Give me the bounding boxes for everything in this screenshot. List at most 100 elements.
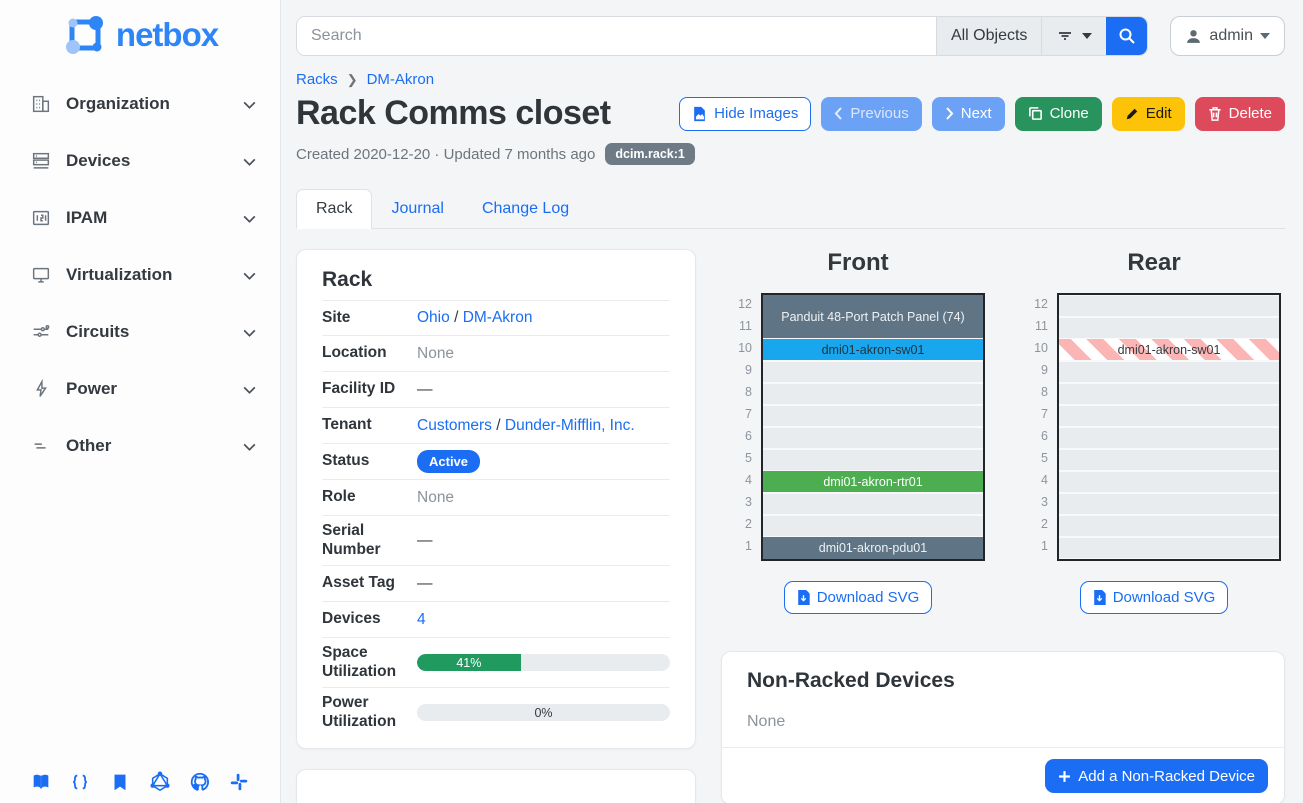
- empty-unit-slot[interactable]: [763, 362, 983, 382]
- tab-change-log[interactable]: Change Log: [463, 190, 588, 228]
- unit-number: 7: [731, 403, 761, 425]
- attr-serial-number: Serial Number —: [322, 516, 670, 566]
- api-docs-bookmark-icon[interactable]: [109, 771, 131, 793]
- rear-unit-numbers: 121110987654321: [1027, 293, 1057, 561]
- sidebar-item-organization[interactable]: Organization: [6, 84, 274, 124]
- unit-number: 6: [731, 425, 761, 447]
- sidebar-nav: Organization Devices IPAM: [0, 84, 280, 466]
- sidebar-item-devices[interactable]: Devices: [6, 141, 274, 181]
- empty-unit-slot[interactable]: [763, 450, 983, 470]
- slack-icon[interactable]: [228, 771, 250, 793]
- front-elevation: Front 121110987654321 Panduit 48-Port Pa…: [727, 249, 989, 614]
- delete-button[interactable]: Delete: [1195, 97, 1285, 131]
- next-button[interactable]: Next: [932, 97, 1005, 131]
- empty-unit-slot[interactable]: [1059, 538, 1279, 558]
- rack-device-dmi01-akron-pdu01[interactable]: dmi01-akron-pdu01: [763, 537, 983, 559]
- empty-unit-slot[interactable]: [763, 406, 983, 426]
- rear-download-svg-button[interactable]: Download SVG: [1080, 581, 1229, 614]
- tenant-group-link[interactable]: Customers: [417, 417, 492, 434]
- empty-unit-slot[interactable]: [1059, 296, 1279, 316]
- sidebar-item-circuits[interactable]: Circuits: [6, 312, 274, 352]
- sidebar: netbox Organization Devices: [0, 0, 281, 803]
- building-icon: [30, 93, 52, 115]
- image-file-icon: [692, 106, 707, 122]
- empty-unit-slot[interactable]: [763, 516, 983, 536]
- user-menu-button[interactable]: admin: [1170, 16, 1285, 56]
- sidebar-item-ipam[interactable]: IPAM: [6, 198, 274, 238]
- empty-unit-slot[interactable]: [763, 384, 983, 404]
- chevron-down-icon: [241, 267, 258, 284]
- rack-device-dmi01-akron-sw01[interactable]: dmi01-akron-sw01: [763, 339, 983, 360]
- breadcrumb-racks[interactable]: Racks: [296, 71, 338, 88]
- empty-unit-slot[interactable]: [763, 494, 983, 514]
- empty-unit-slot[interactable]: [1059, 362, 1279, 382]
- netbox-logo[interactable]: netbox: [0, 0, 280, 64]
- non-racked-empty-text: None: [722, 701, 1284, 747]
- tab-journal[interactable]: Journal: [372, 190, 462, 228]
- attr-site: Site Ohio / DM-Akron: [322, 300, 670, 336]
- empty-unit-slot[interactable]: [1059, 384, 1279, 404]
- rack-panel-title: Rack: [322, 268, 670, 292]
- rack-details-column: Rack Site Ohio / DM-Akron Location None …: [296, 249, 696, 803]
- attr-tenant: Tenant Customers / Dunder-Mifflin, Inc.: [322, 408, 670, 444]
- attr-location: Location None: [322, 336, 670, 372]
- sidebar-item-other[interactable]: Other: [6, 426, 274, 466]
- hide-images-button[interactable]: Hide Images: [679, 97, 811, 131]
- unit-number: 8: [1027, 381, 1057, 403]
- page-title: Rack Comms closet: [296, 94, 679, 133]
- unit-number: 2: [731, 513, 761, 535]
- sidebar-item-power[interactable]: Power: [6, 369, 274, 409]
- search-scope-button[interactable]: All Objects: [936, 17, 1041, 55]
- add-non-racked-device-button[interactable]: Add a Non-Racked Device: [1045, 759, 1268, 793]
- tab-rack[interactable]: Rack: [296, 189, 372, 229]
- empty-unit-slot[interactable]: [1059, 472, 1279, 492]
- devices-count-link[interactable]: 4: [417, 611, 426, 628]
- empty-unit-slot[interactable]: [1059, 428, 1279, 448]
- empty-unit-slot[interactable]: [1059, 318, 1279, 338]
- attr-status: Status Active: [322, 444, 670, 480]
- empty-unit-slot[interactable]: [763, 428, 983, 448]
- graphql-icon[interactable]: [149, 771, 171, 793]
- docs-book-icon[interactable]: [30, 771, 52, 793]
- attr-asset-tag: Asset Tag —: [322, 566, 670, 602]
- rack-device-dmi01-akron-sw01[interactable]: dmi01-akron-sw01: [1059, 339, 1279, 360]
- server-icon: [30, 150, 52, 172]
- next-label: Next: [961, 105, 992, 122]
- tenant-link[interactable]: Dunder-Mifflin, Inc.: [505, 417, 635, 434]
- global-search: All Objects: [296, 16, 1148, 56]
- empty-unit-slot[interactable]: [1059, 450, 1279, 470]
- unit-number: 5: [1027, 447, 1057, 469]
- rack-device-panduit-48-port-patch-panel-74-[interactable]: Panduit 48-Port Patch Panel (74): [763, 295, 983, 338]
- delete-label: Delete: [1229, 105, 1272, 122]
- empty-unit-slot[interactable]: [1059, 494, 1279, 514]
- empty-unit-slot[interactable]: [1059, 406, 1279, 426]
- clone-button[interactable]: Clone: [1015, 97, 1102, 131]
- rack-device-dmi01-akron-rtr01[interactable]: dmi01-akron-rtr01: [763, 471, 983, 492]
- breadcrumb-dm-akron[interactable]: DM-Akron: [367, 71, 435, 88]
- unit-number: 1: [1027, 535, 1057, 557]
- object-id-badge: dcim.rack:1: [605, 143, 694, 165]
- rack-panel: Rack Site Ohio / DM-Akron Location None …: [296, 249, 696, 749]
- sidebar-item-virtualization[interactable]: Virtualization: [6, 255, 274, 295]
- front-download-svg-button[interactable]: Download SVG: [784, 581, 933, 614]
- empty-unit-slot[interactable]: [1059, 516, 1279, 536]
- front-rack-diagram: Panduit 48-Port Patch Panel (74)dmi01-ak…: [761, 293, 985, 561]
- search-input[interactable]: [297, 17, 936, 55]
- previous-button[interactable]: Previous: [821, 97, 921, 131]
- unit-number: 3: [1027, 491, 1057, 513]
- rack-group-link[interactable]: DM-Akron: [463, 309, 533, 326]
- search-icon: [1118, 27, 1136, 45]
- search-filter-button[interactable]: [1041, 17, 1106, 55]
- edit-button[interactable]: Edit: [1112, 97, 1185, 131]
- chevron-down-icon: [241, 381, 258, 398]
- site-link[interactable]: Ohio: [417, 309, 450, 326]
- search-submit-button[interactable]: [1106, 17, 1147, 55]
- circuit-icon: [30, 321, 52, 343]
- github-icon[interactable]: [189, 771, 211, 793]
- sidebar-item-label: IPAM: [66, 208, 241, 228]
- chevron-left-icon: [834, 107, 843, 120]
- next-panel-partial: [296, 769, 696, 803]
- numbers-icon: [30, 207, 52, 229]
- non-racked-title: Non-Racked Devices: [722, 652, 1284, 693]
- rest-api-braces-icon[interactable]: [69, 771, 91, 793]
